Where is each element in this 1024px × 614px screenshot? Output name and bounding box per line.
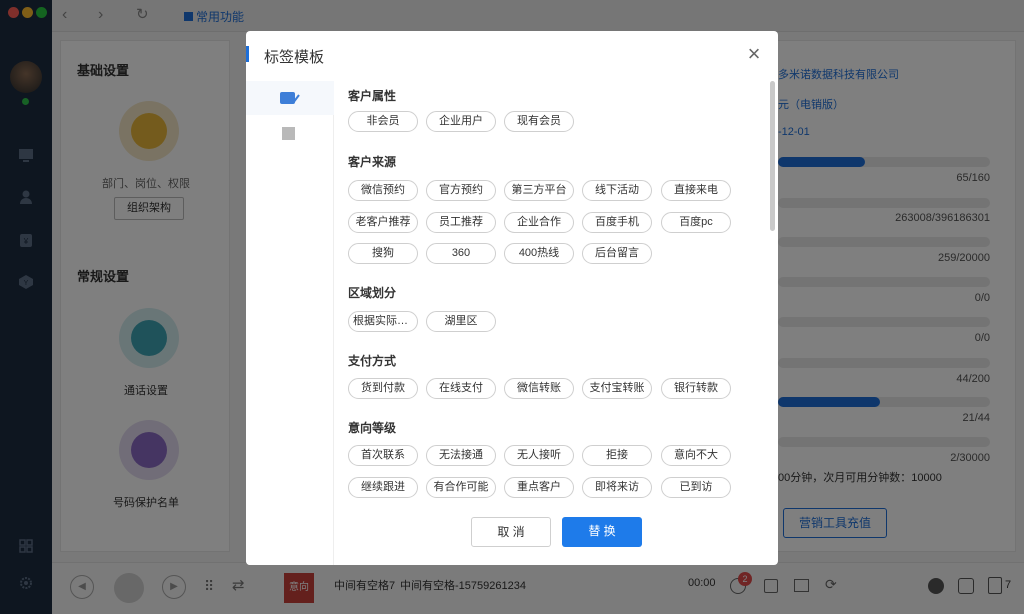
tag-chip[interactable]: 无法接通 [426,445,496,466]
tag-chip[interactable]: 重点客户 [504,477,574,498]
folder-icon [282,127,295,140]
category-item-folder[interactable] [246,117,334,151]
tag-chip[interactable]: 直接来电 [661,180,731,201]
tag-chip[interactable]: 非会员 [348,111,418,132]
modal-category-list [246,81,334,565]
tag-group-title: 客户属性 [348,89,397,103]
close-icon[interactable]: × [743,43,765,65]
replace-button[interactable]: 替 换 [562,517,642,547]
tag-chip[interactable]: 支付宝转账 [582,378,652,399]
tag-chip[interactable]: 根据实际情况... [348,311,418,332]
tag-chip[interactable]: 百度pc [661,212,731,233]
modal-scrollbar[interactable] [770,81,775,231]
tag-chip[interactable]: 继续跟进 [348,477,418,498]
tag-chip[interactable]: 400热线 [504,243,574,264]
category-item-edit[interactable] [246,81,334,115]
tag-chip[interactable]: 百度手机 [582,212,652,233]
tag-group-title: 区域划分 [348,286,397,300]
tag-chip[interactable]: 老客户推荐 [348,212,418,233]
cancel-button[interactable]: 取 消 [471,517,551,547]
tag-chip[interactable]: 首次联系 [348,445,418,466]
tag-chip[interactable]: 微信转账 [504,378,574,399]
tag-chip[interactable]: 银行转款 [661,378,731,399]
tag-chip[interactable]: 后台留言 [582,243,652,264]
tag-chip[interactable]: 有合作可能 [426,477,496,498]
tag-chip[interactable]: 360 [426,243,496,264]
tag-group-title: 支付方式 [348,354,397,368]
tag-group-title: 客户来源 [348,155,397,169]
tag-group-title: 意向等级 [348,421,397,435]
tag-chip[interactable]: 拒接 [582,445,652,466]
modal-title: 标签模板 [264,49,325,66]
tag-chip[interactable]: 湖里区 [426,311,496,332]
tag-chip[interactable]: 官方预约 [426,180,496,201]
tag-chip[interactable]: 线下活动 [582,180,652,201]
tag-template-modal: 标签模板 × 客户属性非会员 企业用户 现有会员客户来源微信预约 官方预约 第三方平台线… [246,31,778,565]
tag-chip[interactable]: 微信预约 [348,180,418,201]
tag-chip[interactable]: 即将来访 [582,477,652,498]
tag-chip[interactable]: 企业合作 [504,212,574,233]
tag-groups: 客户属性非会员 企业用户 现有会员客户来源微信预约 官方预约 第三方平台 线下活动 直接来电… [334,81,766,511]
tag-chip[interactable]: 企业用户 [426,111,496,132]
tag-chip[interactable]: 无人接听 [504,445,574,466]
tag-chip[interactable]: 第三方平台 [504,180,574,201]
tag-chip[interactable]: 货到付款 [348,378,418,399]
tag-chip[interactable]: 在线支付 [426,378,496,399]
tag-chip[interactable]: 员工推荐 [426,212,496,233]
tag-chip[interactable]: 已到访 [661,477,731,498]
tag-chip[interactable]: 搜狗 [348,243,418,264]
folder-edit-icon [280,92,300,104]
title-accent-bar [246,46,249,62]
tag-chip[interactable]: 意向不大 [661,445,731,466]
tag-chip[interactable]: 现有会员 [504,111,574,132]
